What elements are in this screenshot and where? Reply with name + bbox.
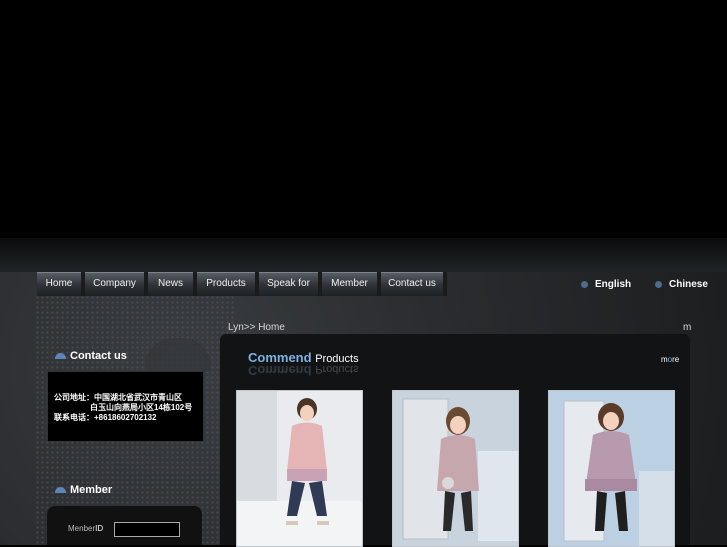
- nav-home[interactable]: Home: [37, 272, 85, 296]
- cap-icon: [55, 353, 66, 360]
- bullet-icon: [655, 280, 662, 288]
- product-image-3[interactable]: [548, 390, 675, 547]
- nav-company[interactable]: Company: [85, 272, 148, 296]
- commend-title-reflection: Commend: [248, 363, 312, 378]
- more-re: re: [672, 355, 680, 364]
- nav-products[interactable]: Products: [197, 272, 259, 296]
- lang-english-label: English: [595, 279, 632, 290]
- lang-english[interactable]: English: [581, 279, 631, 290]
- nav-news[interactable]: News: [148, 272, 197, 296]
- member-title: Member: [70, 484, 113, 496]
- contact-us-heading: Contact us: [55, 350, 127, 362]
- bullet-icon: [581, 280, 588, 288]
- top-banner: [0, 0, 727, 238]
- member-id-label: MenberID: [68, 524, 103, 533]
- contact-us-title: Contact us: [70, 350, 127, 362]
- nav-member[interactable]: Member: [322, 272, 381, 296]
- member-id-label-a: Menber: [68, 524, 96, 533]
- commend-subtitle-reflection: Products: [315, 363, 359, 375]
- member-heading: Member: [55, 484, 112, 496]
- banner-strip: [0, 238, 727, 272]
- main-nav: Home Company News Products Speak for Mem…: [37, 272, 447, 296]
- product-photo-3: [549, 391, 674, 546]
- product-photo-2: [393, 391, 518, 546]
- lang-chinese[interactable]: Chinese: [655, 279, 708, 290]
- nav-speak-for[interactable]: Speak for: [259, 272, 322, 296]
- more-link[interactable]: more: [661, 355, 679, 364]
- nav-contact-us[interactable]: Contact us: [381, 272, 447, 296]
- member-id-input[interactable]: [114, 522, 180, 537]
- cap-icon: [55, 487, 66, 494]
- lang-chinese-label: Chinese: [669, 279, 708, 290]
- product-image-2[interactable]: [392, 390, 519, 547]
- more-m: m: [661, 355, 668, 364]
- product-image-1[interactable]: [236, 390, 363, 547]
- member-id-label-b: ID: [95, 524, 104, 533]
- commend-heading-reflection: Commend Products: [248, 363, 359, 378]
- contact-phone: 联系电话：+8618602702132: [54, 413, 157, 422]
- breadcrumb-trailing: m: [683, 322, 692, 333]
- product-photo-1: [237, 391, 362, 546]
- breadcrumb: Lyn>> Home: [228, 322, 285, 333]
